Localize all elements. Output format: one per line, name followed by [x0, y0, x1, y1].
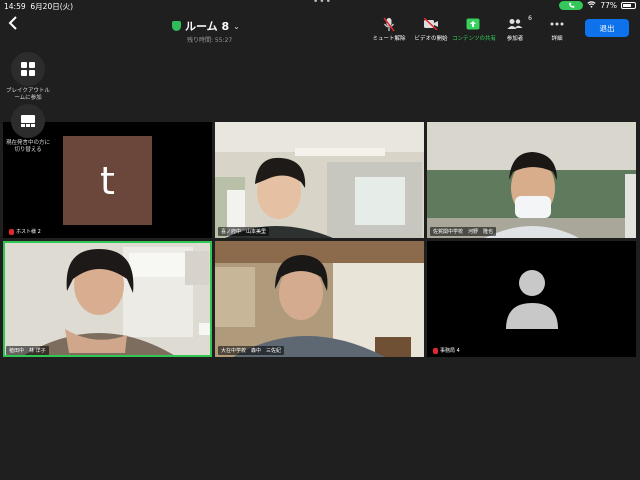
avatar: t: [63, 136, 152, 225]
participant-name-tag: 稙田中 林 洋子: [6, 346, 49, 355]
status-time-date: 14:59 6月20日(火): [4, 1, 73, 12]
more-button[interactable]: 詳細: [536, 16, 578, 42]
back-button[interactable]: [8, 15, 18, 34]
breakout-room-button[interactable]: ブレイクアウトルームに参加: [6, 52, 50, 102]
share-screen-icon: [452, 16, 494, 32]
participants-label: 参加者: [506, 36, 524, 42]
unmute-label: ミュート解除: [372, 36, 406, 42]
share-content-button[interactable]: コンテンツの共有: [452, 16, 497, 42]
mic-muted-icon: [9, 228, 14, 235]
clock: 14:59: [4, 2, 26, 11]
status-bar: 14:59 6月20日(火) ••• 77%: [0, 0, 640, 12]
switch-speaker-view-label: 現在発言中の方に切り替える: [6, 140, 51, 153]
room-title: ルーム 8: [185, 20, 230, 33]
shield-icon: [172, 21, 181, 31]
breakout-room-label: ブレイクアウトルームに参加: [6, 88, 50, 101]
speaker-view-icon: [11, 104, 45, 138]
start-video-label: ビデオの開始: [414, 36, 448, 42]
participant-tile[interactable]: 大在中学校 森中 三佐紀: [215, 241, 424, 357]
video-feed: [215, 122, 424, 238]
participant-name-tag: ホスト様 2: [6, 227, 44, 236]
participant-name-tag: 事務局 4: [430, 346, 463, 355]
participant-tile[interactable]: 佐賀関中学校 河野 隆也: [427, 122, 636, 238]
phone-icon[interactable]: [559, 1, 584, 10]
date: 6月20日(火): [30, 2, 74, 11]
video-feed: [427, 122, 636, 238]
participant-name-tag: 大在中学校 森中 三佐紀: [218, 346, 285, 355]
battery-icon: [621, 2, 636, 9]
video-off-icon: [410, 16, 452, 32]
unmute-button[interactable]: ミュート解除: [368, 16, 410, 42]
ellipsis-icon: [536, 16, 578, 32]
participants-button[interactable]: 6 参加者: [494, 15, 536, 42]
participant-tile[interactable]: 事務局 4: [427, 241, 636, 357]
participant-name: 稙田中 林 洋子: [9, 348, 46, 354]
grid-icon: [11, 52, 45, 86]
switch-speaker-view-button[interactable]: 現在発言中の方に切り替える: [6, 104, 50, 154]
battery-percent: 77%: [600, 1, 617, 10]
mic-muted-icon: [368, 16, 410, 32]
participant-name: 佐賀関中学校 河野 隆也: [433, 229, 494, 235]
participant-name-tag: 佐賀関中学校 河野 隆也: [430, 227, 497, 236]
start-video-button[interactable]: ビデオの開始: [410, 16, 452, 42]
chevron-down-icon: ⌄: [233, 21, 240, 31]
participant-name-tag: 喜ノ府中 山本美里: [218, 227, 270, 236]
toolbar: ミュート解除 ビデオの開始 コンテンツの共有 6 参加者 詳細: [368, 15, 578, 42]
room-title-button[interactable]: ルーム 8 ⌄: [172, 18, 240, 34]
participants-count: 6: [528, 15, 532, 22]
share-content-label: コンテンツの共有: [452, 36, 497, 42]
mic-muted-icon: [433, 347, 438, 354]
participant-name: 喜ノ府中 山本美里: [221, 229, 267, 235]
person-placeholder-icon: [506, 270, 558, 329]
participant-name: 大在中学校 森中 三佐紀: [221, 348, 282, 354]
more-label: 詳細: [551, 36, 563, 42]
multitask-dots[interactable]: •••: [313, 0, 332, 7]
participant-name: ホスト様 2: [16, 229, 41, 235]
status-right: 77%: [559, 1, 636, 10]
remaining-time: 残り時間: 55:27: [187, 37, 233, 44]
video-feed: [215, 241, 424, 357]
participant-tile[interactable]: 喜ノ府中 山本美里: [215, 122, 424, 238]
wifi-icon: [587, 1, 596, 10]
participant-tile-active-speaker[interactable]: 稙田中 林 洋子: [3, 241, 212, 357]
video-feed: [3, 241, 212, 357]
leave-button[interactable]: 退出: [585, 19, 629, 37]
participant-name: 事務局 4: [440, 348, 460, 354]
